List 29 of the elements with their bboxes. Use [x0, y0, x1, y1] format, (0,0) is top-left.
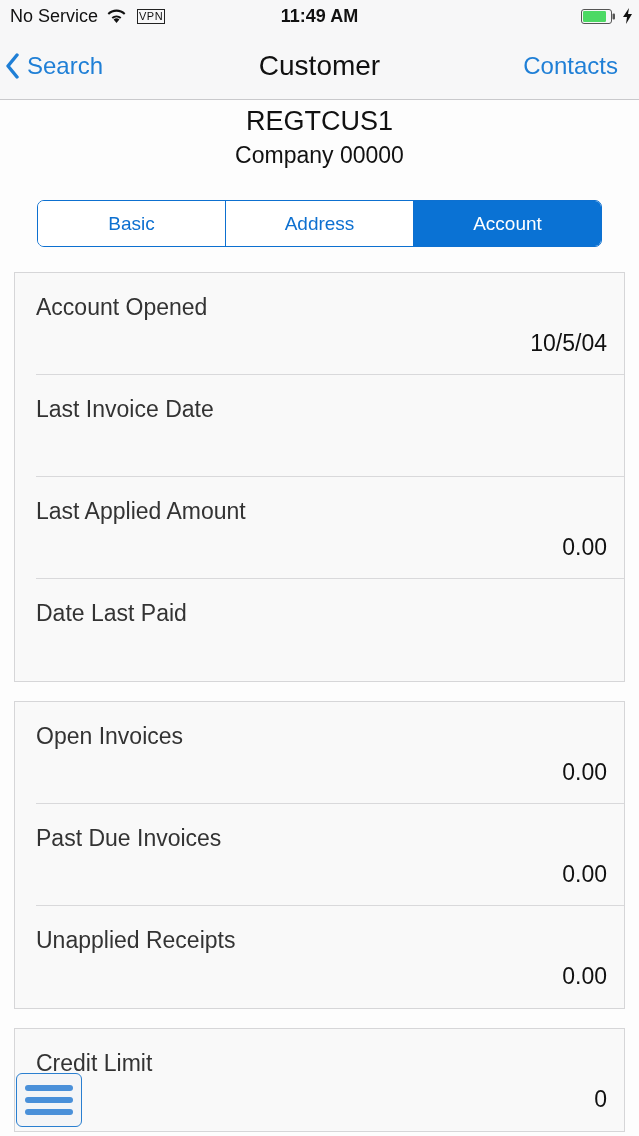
field-value: 0.00	[562, 860, 607, 888]
vpn-indicator: VPN	[137, 8, 166, 24]
field-label: Open Invoices	[36, 722, 184, 750]
field-value: 0.00	[562, 962, 607, 990]
clock-time: 11:49 AM	[280, 5, 359, 27]
field-label: Last Invoice Date	[36, 395, 214, 423]
field-value: 10/5/04	[530, 329, 607, 357]
carrier-text: No Service	[10, 5, 99, 27]
field-label: Unapplied Receipts	[36, 926, 236, 954]
field-value: 0.00	[562, 758, 607, 786]
field-label: Date Last Paid	[36, 599, 187, 627]
back-chevron-icon	[5, 52, 19, 79]
field-label: Last Applied Amount	[36, 497, 246, 525]
nav-title: Customer	[258, 49, 381, 82]
wifi-icon	[107, 9, 127, 23]
field-label: Account Opened	[36, 293, 208, 321]
back-button[interactable]: Search	[5, 51, 104, 80]
field-value: 0.00	[562, 533, 607, 561]
company-name: Company 00000	[235, 141, 404, 169]
menu-button[interactable]	[16, 1073, 82, 1127]
menu-icon	[25, 1085, 73, 1115]
charging-bolt-icon	[623, 8, 632, 24]
segment-tab[interactable]: Account	[413, 201, 601, 246]
field-label: Past Due Invoices	[36, 824, 222, 852]
customer-code: REGTCUS1	[246, 105, 393, 137]
battery-icon	[581, 8, 615, 24]
field-label: Credit Limit	[36, 1049, 153, 1077]
contacts-button[interactable]: Contacts	[523, 51, 618, 80]
field-value: 0	[594, 1085, 607, 1113]
